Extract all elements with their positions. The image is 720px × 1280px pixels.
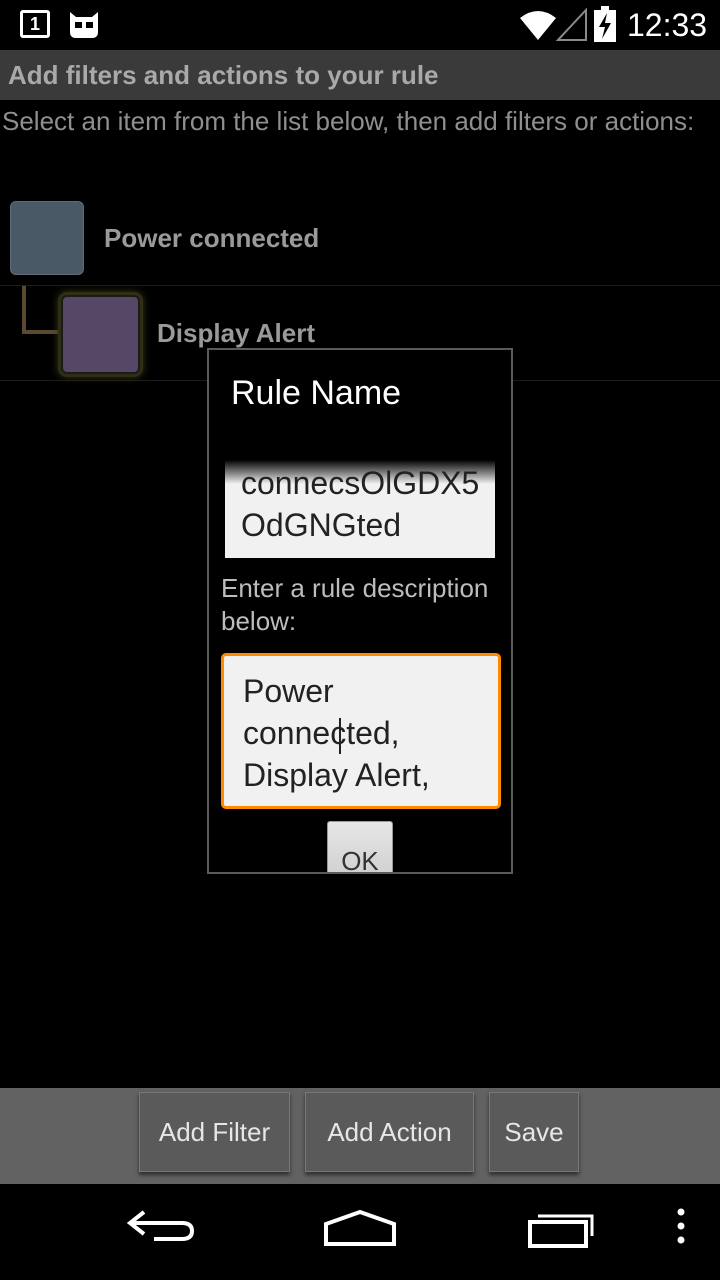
back-icon[interactable]: [124, 1206, 196, 1246]
page-title: Add filters and actions to your rule: [8, 60, 439, 90]
description-value: Power connected, Display Alert,: [243, 673, 430, 793]
filter-block-icon: [10, 201, 84, 275]
add-action-button[interactable]: Add Action: [305, 1092, 474, 1172]
dialog-title: Rule Name: [231, 374, 402, 412]
recent-apps-icon[interactable]: [526, 1206, 598, 1250]
tree-connector: [22, 286, 60, 334]
menu-overflow-icon[interactable]: [674, 1206, 688, 1246]
navigation-bar: [0, 1184, 720, 1280]
rule-item-label: Display Alert: [157, 318, 315, 348]
notification-1-icon: 1: [20, 10, 50, 38]
rule-name-value: connecsOlGDX5OdGNGted: [241, 465, 480, 543]
description-input[interactable]: Power connected, Display Alert,: [221, 653, 501, 809]
rule-item-power-connected[interactable]: Power connected: [0, 190, 720, 286]
rule-item-label: Power connected: [104, 223, 320, 253]
title-bar: Add filters and actions to your rule: [0, 50, 720, 100]
cyanogen-mascot-icon: [70, 12, 98, 38]
text-cursor: [339, 718, 341, 754]
ok-button[interactable]: OK: [327, 821, 393, 872]
home-icon[interactable]: [322, 1206, 398, 1248]
battery-charging-icon: [594, 6, 616, 42]
action-block-icon: [61, 295, 140, 374]
description-label: Enter a rule description below:: [221, 573, 489, 636]
wifi-icon: [520, 11, 556, 40]
status-bar: 1 12:33: [0, 0, 720, 50]
save-button[interactable]: Save: [489, 1092, 579, 1172]
cell-signal-icon: [556, 8, 587, 41]
rule-name-dialog: Rule Name connecsOlGDX5OdGNGted Enter a …: [207, 348, 513, 874]
add-filter-button[interactable]: Add Filter: [139, 1092, 290, 1172]
instructions-text: Select an item from the list below, then…: [2, 106, 695, 136]
rule-name-input[interactable]: connecsOlGDX5OdGNGted: [225, 460, 495, 558]
action-bar: Add Filter Add Action Save: [0, 1088, 720, 1184]
clock: 12:33: [627, 7, 708, 43]
